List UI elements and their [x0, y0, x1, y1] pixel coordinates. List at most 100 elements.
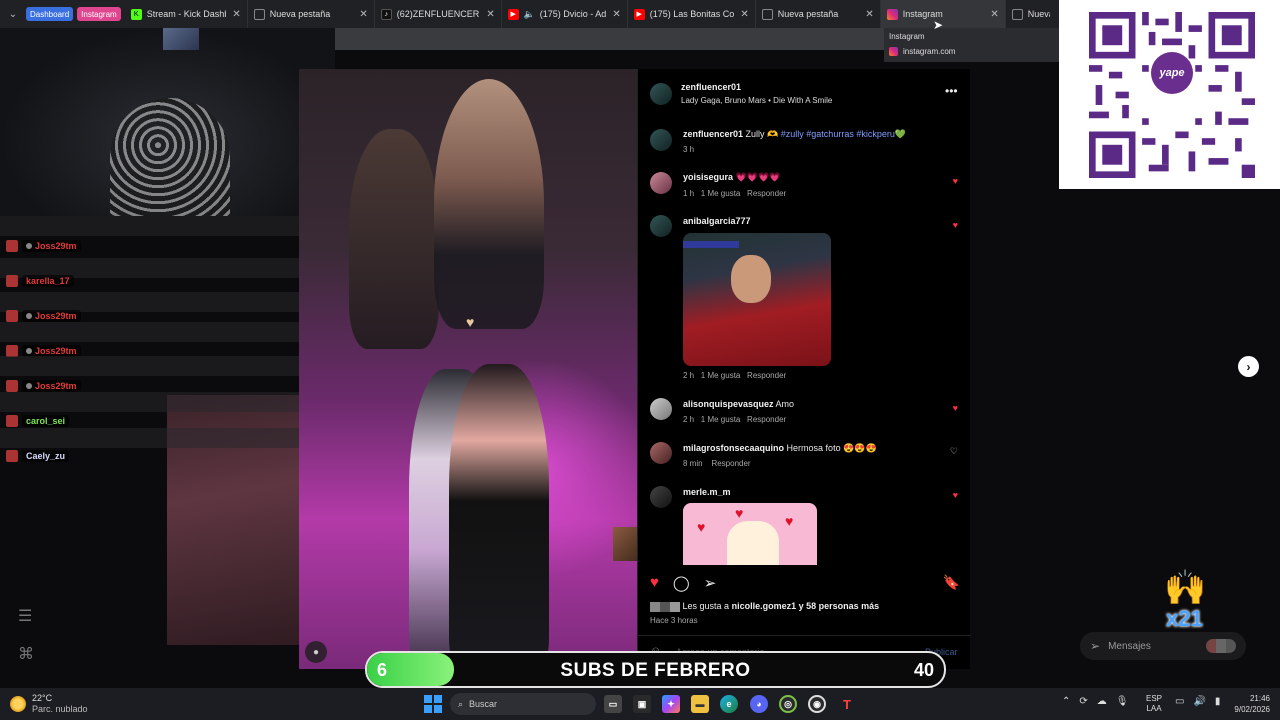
- volume-icon[interactable]: 🔊: [1193, 696, 1205, 707]
- bookmark-dashboard[interactable]: Dashboard: [26, 7, 74, 21]
- bookmark-instagram[interactable]: Instagram: [77, 7, 121, 21]
- close-tab-icon[interactable]: ✕: [990, 9, 998, 20]
- comment-like-heart-icon[interactable]: ♥: [953, 220, 958, 230]
- avatar[interactable]: [650, 83, 672, 105]
- close-tab-icon[interactable]: ✕: [359, 9, 367, 20]
- more-horizontal-icon[interactable]: •••: [945, 84, 958, 98]
- heart-hands-icon: ♥: [466, 314, 475, 330]
- comment-text: 💗💗💗💗: [735, 172, 781, 182]
- battery-icon[interactable]: ▮: [1215, 696, 1221, 707]
- monitor-icon[interactable]: ▭: [1175, 696, 1184, 707]
- xbox-icon[interactable]: ◎: [779, 695, 797, 713]
- badge-icon: [26, 383, 32, 389]
- tab-new-tab-2[interactable]: Nueva pestaña ✕: [756, 0, 881, 28]
- discord-icon[interactable]: ◕: [750, 695, 768, 713]
- menu-icon[interactable]: ☰: [18, 606, 32, 626]
- comment-like-heart-icon[interactable]: ♥: [953, 176, 958, 186]
- copilot-icon[interactable]: ✦: [662, 695, 680, 713]
- weather-widget[interactable]: 22°C Parc. nublado: [10, 693, 88, 715]
- obs-icon[interactable]: ◉: [808, 695, 826, 713]
- tab-kick-dashboard[interactable]: K Stream - Kick Dashboard ✕: [125, 0, 248, 28]
- comment-likes[interactable]: 1 Me gusta: [701, 189, 741, 198]
- user-tags-icon[interactable]: ●: [305, 641, 327, 663]
- speaker-icon[interactable]: 🔈: [524, 9, 535, 20]
- edge-icon[interactable]: e: [720, 695, 738, 713]
- avatar[interactable]: [650, 398, 672, 420]
- subs-goal-target: 40: [913, 660, 934, 680]
- bookmark-icon[interactable]: 🔖: [943, 574, 960, 591]
- sync-icon[interactable]: ⟳: [1079, 696, 1087, 707]
- cat-sticker: [727, 521, 779, 565]
- close-tab-icon[interactable]: ✕: [865, 9, 873, 20]
- windows-start-icon[interactable]: [424, 695, 442, 713]
- tab-tiktok[interactable]: ♪ (62)ZENFLUENCER (@ze ✕: [375, 0, 502, 28]
- comment-username[interactable]: anibalgarcia777: [683, 216, 751, 226]
- reply-button[interactable]: Responder: [747, 415, 786, 424]
- tab-new-tab-1[interactable]: Nueva pestaña ✕: [248, 0, 375, 28]
- lang-code: ESP: [1146, 694, 1163, 703]
- microphone-icon[interactable]: 🎙: [1116, 696, 1129, 707]
- post-author[interactable]: zenfluencer01: [681, 82, 741, 92]
- heart-icon: ♥: [697, 519, 706, 535]
- reel-video[interactable]: ♥ ●: [299, 69, 637, 669]
- close-tab-icon[interactable]: ✕: [232, 9, 240, 20]
- avatar[interactable]: [650, 172, 672, 194]
- comment-image-ronaldo[interactable]: [683, 233, 831, 366]
- task-view-icon[interactable]: ▭: [604, 695, 622, 713]
- share-icon[interactable]: ➢: [704, 574, 717, 592]
- comment-meta: 2 h 1 Me gusta Responder: [683, 371, 786, 380]
- chevron-up-icon[interactable]: ⌃: [1062, 696, 1070, 707]
- comment-likes[interactable]: 1 Me gusta: [701, 415, 741, 424]
- tiktok-live-studio-icon[interactable]: T: [838, 695, 856, 713]
- close-tab-icon[interactable]: ✕: [740, 9, 748, 20]
- taskbar-search[interactable]: ⌕ Buscar: [450, 693, 596, 715]
- reply-button[interactable]: Responder: [711, 459, 750, 468]
- reply-button[interactable]: Responder: [747, 189, 786, 198]
- tab-instagram[interactable]: Instagram ✕: [880, 0, 1006, 28]
- comment-username[interactable]: merle.m_m: [683, 487, 731, 497]
- file-explorer-icon[interactable]: ▬: [691, 695, 709, 713]
- windows-taskbar: 22°C Parc. nublado ⌕ Buscar ▭ ▣ ✦ ▬ e ◕ …: [0, 688, 1280, 720]
- chat-entry: Joss29tm: [0, 236, 81, 256]
- send-icon: ➢: [1090, 639, 1101, 653]
- close-tab-icon[interactable]: ✕: [486, 9, 494, 20]
- avatar[interactable]: [650, 486, 672, 508]
- tab-youtube-bonitas[interactable]: ▶ (175) Las Bonitas Con la ✕: [628, 0, 756, 28]
- chat-avatar: [6, 240, 18, 252]
- comment-icon[interactable]: ◯: [673, 574, 690, 592]
- store-icon[interactable]: ▣: [633, 695, 651, 713]
- like-heart-icon[interactable]: ♥: [650, 574, 659, 592]
- grid-icon[interactable]: ⌘: [18, 644, 34, 664]
- avatar[interactable]: [650, 442, 672, 464]
- page-icon: [1011, 8, 1023, 20]
- comment-sticker-cat-hearts[interactable]: ♥ ♥ ♥: [683, 503, 817, 565]
- tab-list-chevron-icon[interactable]: ⌄: [0, 0, 26, 28]
- reply-button[interactable]: Responder: [747, 371, 786, 380]
- comment-like-heart-icon[interactable]: ♥: [953, 403, 958, 413]
- likes-user[interactable]: nicolle.gomez1: [732, 601, 797, 611]
- comment-like-heart-outline-icon[interactable]: ♡: [950, 446, 958, 457]
- close-tab-icon[interactable]: ✕: [612, 9, 620, 20]
- comment-username[interactable]: alisonquispevasquez: [683, 399, 774, 409]
- avatar[interactable]: [650, 215, 672, 237]
- comment-username[interactable]: yoisisegura: [683, 172, 733, 182]
- onedrive-icon[interactable]: ☁: [1097, 696, 1107, 707]
- caption-username[interactable]: zenfluencer01: [683, 129, 743, 139]
- next-post-chevron-icon[interactable]: ›: [1238, 356, 1259, 377]
- weather-temp: 22°C: [32, 693, 53, 703]
- language-indicator[interactable]: ESP LAA: [1146, 694, 1162, 714]
- kick-icon: K: [130, 8, 142, 20]
- post-audio[interactable]: Lady Gaga, Bruno Mars • Die With A Smile: [681, 96, 832, 105]
- comment-like-heart-icon[interactable]: ♥: [953, 490, 958, 500]
- likes-others[interactable]: y 58 personas más: [799, 601, 880, 611]
- messages-pill[interactable]: ➢ Mensajes: [1080, 632, 1246, 660]
- tab-label: (175) Las Bonitas Con la: [649, 9, 735, 19]
- comment-username[interactable]: milagrosfonsecaaquino: [683, 443, 784, 453]
- taskbar-clock[interactable]: 21:46 9/02/2026: [1228, 693, 1270, 715]
- comment-likes[interactable]: 1 Me gusta: [701, 371, 741, 380]
- tab-youtube-dvicio[interactable]: ▶ 🔈 (175) Dvicio - Adiós ✕: [502, 0, 628, 28]
- avatar[interactable]: [650, 129, 672, 151]
- mouse-cursor-icon: ➤: [933, 18, 944, 32]
- caption-hashtags[interactable]: #zully #gatchurras #kickperu💚: [781, 129, 906, 139]
- tab-new-tab-3[interactable]: Nueva p: [1006, 0, 1056, 28]
